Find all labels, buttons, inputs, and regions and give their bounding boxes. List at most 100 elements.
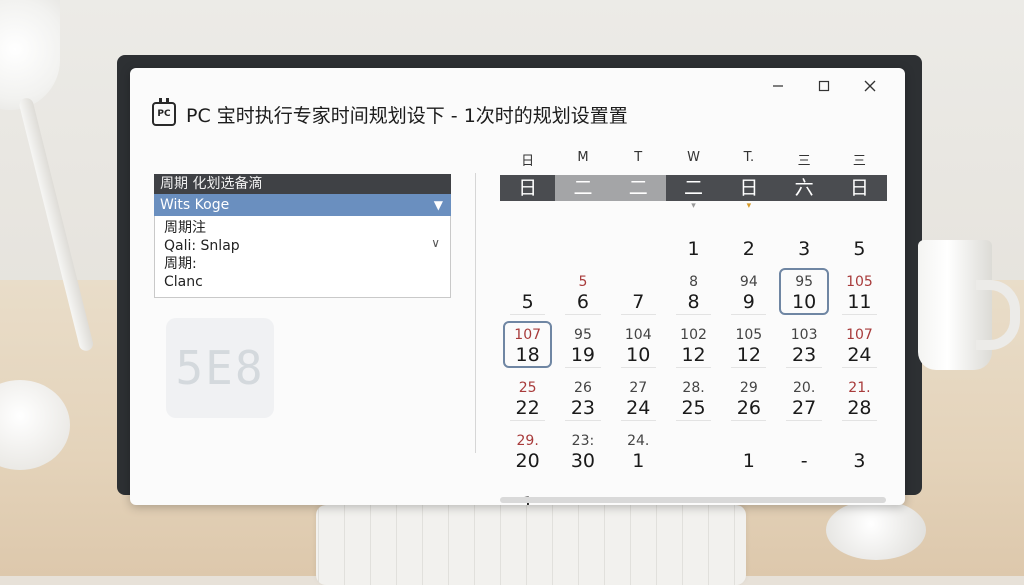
calendar-day[interactable]: 26 23	[555, 370, 610, 423]
day-subvalue: 5	[578, 274, 588, 290]
calendar-day[interactable]: 21. 28	[832, 370, 887, 423]
weekday-letter: 三	[852, 154, 866, 169]
dropdown-option[interactable]: Qali: Snlap	[155, 237, 450, 255]
schedule-dropdown[interactable]: Wits Koge ▼	[154, 194, 451, 216]
day-underline	[620, 367, 656, 368]
calendar-day[interactable]: 95 19	[555, 317, 610, 370]
weekday-header: 六	[776, 175, 832, 201]
day-number: 22	[515, 397, 540, 419]
day-number: 3	[853, 450, 866, 472]
day-underline	[510, 420, 546, 421]
schedule-panel: 周期 化划选备滴 Wits Koge ▼ 周期注 Qali: Snlap 周期:…	[154, 174, 451, 298]
calendar-day[interactable]: -	[776, 423, 831, 476]
day-number: 6	[576, 291, 589, 313]
calendar-day[interactable]: 2	[721, 211, 776, 264]
window-controls	[755, 72, 893, 100]
day-number: 27	[792, 397, 817, 419]
dropdown-option[interactable]: 周期:	[155, 255, 450, 273]
calendar-day[interactable]: 105 11	[832, 264, 887, 317]
calendar-day[interactable]: 29. 20	[500, 423, 555, 476]
calendar-day[interactable]: 103 23	[776, 317, 831, 370]
calendar-day[interactable]: 24. 1	[611, 423, 666, 476]
day-number: 30	[570, 450, 596, 472]
day-subvalue: 103	[790, 327, 818, 343]
day-number: 25	[681, 397, 706, 419]
calendar-day[interactable]: 107 24	[832, 317, 887, 370]
calendar-day[interactable]: 3	[776, 211, 831, 264]
calendar-day[interactable]: 56	[555, 264, 610, 317]
calendar-day[interactable]: 105 12	[721, 317, 776, 370]
day-underline	[620, 420, 656, 421]
dropdown-selected-value: Wits Koge	[160, 197, 230, 213]
day-number: -	[800, 450, 808, 472]
weekday-header: 日	[500, 175, 556, 201]
day-subvalue: 28.	[682, 380, 705, 396]
day-number: 11	[847, 291, 872, 313]
day-underline	[510, 314, 546, 315]
calendar-day[interactable]: 25 22	[500, 370, 555, 423]
calendar-day[interactable]: 1	[721, 423, 776, 476]
day-number: 19	[570, 344, 596, 366]
calendar-day	[500, 211, 555, 264]
day-marker-icon: ▾	[691, 201, 696, 211]
calendar-day[interactable]: 94 9	[721, 264, 776, 317]
day-underline	[841, 314, 878, 315]
day-underline	[565, 367, 601, 368]
day-subvalue: 107	[514, 327, 542, 343]
weekday-header: 二	[665, 175, 722, 201]
weekday-header: 二	[610, 175, 666, 201]
calendar-day[interactable]: 5	[500, 264, 555, 317]
calendar-day[interactable]: 1	[666, 211, 721, 264]
calendar-day[interactable]: 5	[832, 211, 887, 264]
day-subvalue: 24.	[627, 433, 650, 449]
day-number: 1	[742, 450, 755, 472]
panel-divider	[475, 173, 476, 453]
calendar-day[interactable]: 107 18	[500, 317, 555, 370]
day-underline	[731, 314, 767, 315]
calendar-week-row: 29. 20 23: 30 24. 1 1-3	[500, 423, 887, 476]
calendar-day[interactable]: 95 10	[776, 264, 831, 317]
day-number: 26	[736, 397, 761, 419]
day-number: 2	[742, 238, 755, 260]
calendar-day[interactable]: 88	[666, 264, 721, 317]
day-subvalue: 25	[518, 380, 537, 396]
horizontal-scrollbar[interactable]	[500, 497, 886, 503]
window-title: PC 宝时执行专家时间规划设下 - 1次时的规划设置置	[186, 104, 628, 127]
calendar-day[interactable]: 104 10	[611, 317, 666, 370]
close-icon	[864, 80, 876, 92]
weekday-header: 日	[721, 175, 777, 201]
chevron-down-icon: ▼	[433, 198, 443, 212]
calendar-week-row: 107 18 95 19 104 10 102 12 105 12 103 23 107 24	[500, 317, 887, 370]
dropdown-option[interactable]: 周期注	[155, 219, 450, 237]
day-marker-icon	[832, 201, 887, 211]
dropdown-list: 周期注 Qali: Snlap 周期: Clanc ∨	[154, 216, 451, 298]
day-subvalue: 107	[846, 327, 873, 343]
day-marker-icon	[555, 201, 610, 211]
day-underline	[841, 367, 878, 368]
day-subvalue: 21.	[848, 380, 871, 396]
chevron-down-icon[interactable]: ∨	[431, 236, 440, 250]
calendar-day[interactable]: 102 12	[666, 317, 721, 370]
day-subvalue: 102	[680, 327, 707, 343]
calendar-day[interactable]: 28. 25	[666, 370, 721, 423]
day-underline	[841, 420, 878, 421]
day-number: 12	[736, 344, 761, 366]
calendar-day[interactable]: 27 24	[611, 370, 666, 423]
weekday-letter: T	[634, 150, 643, 165]
maximize-button[interactable]	[801, 72, 847, 100]
day-subvalue: 95	[795, 274, 814, 290]
minimize-button[interactable]	[755, 72, 801, 100]
close-button[interactable]	[847, 72, 893, 100]
calendar-day[interactable]: 3	[832, 423, 887, 476]
day-subvalue: 94	[739, 274, 758, 290]
dropdown-option[interactable]: Clanc	[155, 273, 450, 291]
weekday-header-row: 日二二二日六日	[500, 175, 888, 201]
calendar-day[interactable]: 29 26	[721, 370, 776, 423]
calendar-day[interactable]: 20. 27	[776, 370, 831, 423]
day-subvalue: 23:	[571, 433, 595, 449]
day-number: 12	[681, 344, 706, 366]
calendar-day[interactable]: 7	[611, 264, 666, 317]
day-number: 18	[515, 344, 540, 366]
calendar-day[interactable]: 23: 30	[555, 423, 610, 476]
day-subvalue: 26	[574, 380, 592, 396]
